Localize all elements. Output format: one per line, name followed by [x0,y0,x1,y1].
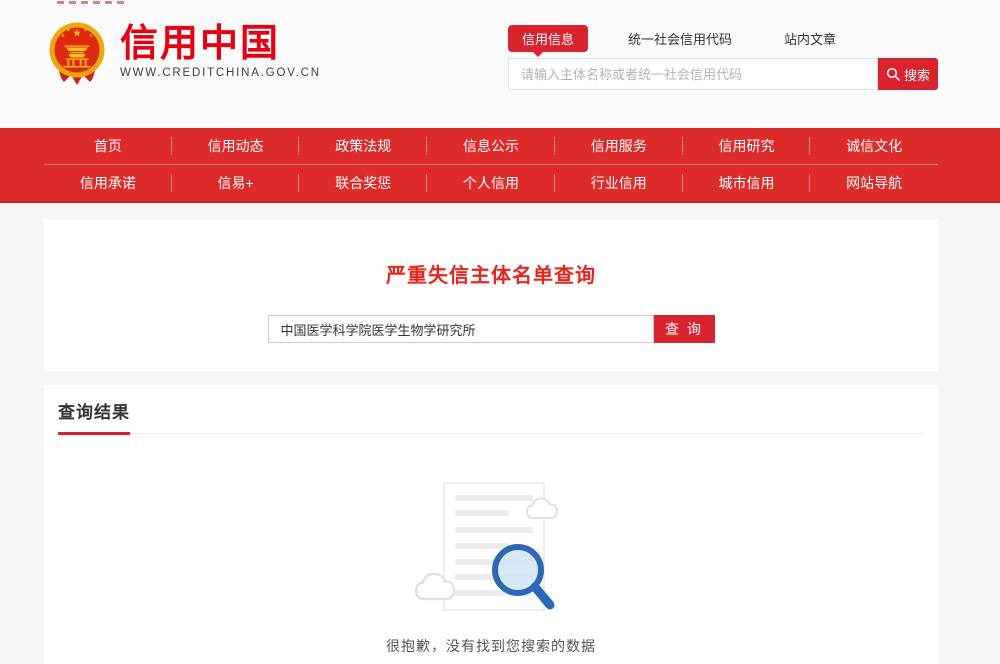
entity-name-input[interactable] [267,315,654,343]
nav-item-credit-commitment[interactable]: 信用承诺 [44,173,172,193]
results-header: 查询结果 [58,398,924,435]
nav-item-personal-credit[interactable]: 个人信用 [427,173,555,193]
tab-unified-social-credit-code[interactable]: 统一社会信用代码 [628,29,732,48]
site-title: 信用中国 [120,23,281,65]
nav-item-credit-research[interactable]: 信用研究 [683,136,811,156]
tab-site-articles[interactable]: 站内文章 [784,29,836,48]
nav-item-home[interactable]: 首页 [44,136,172,156]
logo-text: 信用中国 WWW.CREDITCHINA.GOV.CN [120,21,321,79]
query-card: 严重失信主体名单查询 查 询 [44,219,938,371]
nav-item-site-map[interactable]: 网站导航 [810,173,938,193]
nav-item-credit-news[interactable]: 信用动态 [172,136,300,156]
tab-credit-info[interactable]: 信用信息 [508,24,589,57]
nav-row-2: 信用承诺 信易+ 联合奖惩 个人信用 行业信用 城市信用 网站导航 [44,165,938,201]
nav-item-joint-rewards-punishments[interactable]: 联合奖惩 [299,173,427,193]
search-icon [886,67,900,81]
results-card: 查询结果 很抱歉，没有找到您搜索的数据 [44,385,938,664]
nav-item-city-credit[interactable]: 城市信用 [683,173,811,193]
search-tabs: 信用信息 统一社会信用代码 站内文章 [508,24,938,57]
header-search-input[interactable] [508,58,878,90]
search-button-label: 搜索 [903,67,930,83]
nav-item-credit-services[interactable]: 信用服务 [555,136,683,156]
results-title: 查询结果 [58,398,130,435]
header-search-button[interactable]: 搜索 [878,58,938,90]
header-search-area: 信用信息 统一社会信用代码 站内文章 搜索 [508,24,938,90]
empty-results-illustration [414,482,559,611]
nav-item-policies[interactable]: 政策法规 [299,136,427,156]
nav-item-industry-credit[interactable]: 行业信用 [555,173,683,193]
site-logo[interactable]: 信用中国 WWW.CREDITCHINA.GOV.CN [48,21,321,87]
main-navigation: 首页 信用动态 政策法规 信息公示 信用服务 信用研究 诚信文化 信用承诺 信易… [0,128,1000,203]
page-title: 严重失信主体名单查询 [386,265,596,287]
national-emblem-icon [49,22,105,85]
header-search-row: 搜索 [508,58,938,90]
site-header: 信用中国 WWW.CREDITCHINA.GOV.CN 信用信息 统一社会信用代… [0,0,1000,128]
site-url: WWW.CREDITCHINA.GOV.CN [120,67,321,79]
clipped-browser-text [57,1,129,4]
nav-item-integrity-culture[interactable]: 诚信文化 [810,136,938,156]
query-row: 查 询 [44,315,938,343]
nav-item-xinyi-plus[interactable]: 信易+ [172,173,300,193]
query-button[interactable]: 查 询 [653,315,715,343]
empty-results-state: 很抱歉，没有找到您搜索的数据 [44,470,938,656]
nav-item-info-disclosure[interactable]: 信息公示 [427,136,555,156]
nav-row-1: 首页 信用动态 政策法规 信息公示 信用服务 信用研究 诚信文化 [44,128,938,165]
empty-results-message: 很抱歉，没有找到您搜索的数据 [386,638,596,654]
